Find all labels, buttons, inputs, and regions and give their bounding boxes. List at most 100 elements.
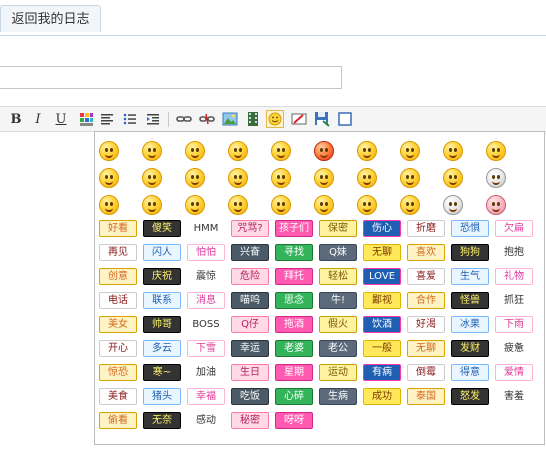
red-alert-emoticon-icon[interactable] — [99, 141, 119, 161]
emoticon-tag[interactable]: 开心 — [99, 340, 137, 357]
emoticon-tag[interactable]: 美女 — [99, 316, 137, 333]
emoticon-tag[interactable]: 害羞 — [495, 388, 533, 405]
emoticon-tag[interactable]: 无聊 — [363, 244, 401, 261]
cry-emoticon-icon[interactable] — [443, 141, 463, 161]
happy-emoticon-icon[interactable] — [142, 141, 162, 161]
emoticon-tag[interactable]: 疲惫 — [495, 340, 533, 357]
emoticon-tag[interactable]: 幸运 — [231, 340, 269, 357]
emoticon-tag[interactable]: 创意 — [99, 268, 137, 285]
emoticon-tag[interactable]: 震惊 — [187, 268, 225, 285]
emoticon-tag[interactable]: 老婆 — [275, 340, 313, 357]
emoticon-tag[interactable]: 心碎 — [275, 388, 313, 405]
emoticon-tag[interactable]: 抱抱 — [495, 244, 533, 261]
emoticon-tag[interactable]: 恐惧 — [451, 220, 489, 237]
italic-button[interactable]: I — [29, 110, 47, 128]
emoticon-tag[interactable]: 饮酒 — [363, 316, 401, 333]
emoticon-tag[interactable]: 欠扁 — [495, 220, 533, 237]
sweat-emoticon-icon[interactable] — [314, 195, 334, 215]
title-input[interactable] — [0, 66, 342, 89]
emoticon-tag[interactable]: 感动 — [187, 412, 225, 429]
emoticon-tag[interactable]: 惊恐 — [99, 364, 137, 381]
sad-emoticon-icon[interactable] — [357, 141, 377, 161]
yawn-emoticon-icon[interactable] — [357, 168, 377, 188]
pig-emoticon-icon[interactable] — [486, 195, 506, 215]
smug-emoticon-icon[interactable] — [400, 168, 420, 188]
align-button[interactable] — [98, 110, 116, 128]
emoticon-tag[interactable]: 庆祝 — [143, 268, 181, 285]
bold-button[interactable]: B — [7, 110, 25, 128]
font-color-button[interactable] — [77, 110, 95, 128]
emoticon-tag[interactable]: 联系 — [143, 292, 181, 309]
emoticon-tag[interactable]: 泰国 — [407, 388, 445, 405]
emoticon-tag[interactable]: HMM — [187, 220, 225, 237]
emoticon-tag[interactable]: 无奈 — [143, 412, 181, 429]
emoticon-tag[interactable]: 危险 — [231, 268, 269, 285]
emoticon-tag[interactable]: 帅哥 — [143, 316, 181, 333]
emoticon-tag[interactable]: 成功 — [363, 388, 401, 405]
emoticon-tag[interactable]: 喜爱 — [407, 268, 445, 285]
emoticon-tag[interactable]: 一般 — [363, 340, 401, 357]
indent-button[interactable] — [144, 110, 162, 128]
emoticon-tag[interactable]: 呀呀 — [275, 412, 313, 429]
link-button[interactable] — [175, 110, 193, 128]
emoticon-tag[interactable]: 喵呜 — [231, 292, 269, 309]
shy-emoticon-icon[interactable] — [400, 141, 420, 161]
emoticon-tag[interactable]: 得意 — [451, 364, 489, 381]
emoticon-tag[interactable]: 轻松 — [319, 268, 357, 285]
video-button[interactable] — [244, 110, 262, 128]
emoticon-tag[interactable]: 下雨 — [495, 316, 533, 333]
emoticon-tag[interactable]: 假火 — [319, 316, 357, 333]
emoticon-tag[interactable]: 保密 — [319, 220, 357, 237]
emoticon-tag[interactable]: 折磨 — [407, 220, 445, 237]
emoticon-tag[interactable]: 再见 — [99, 244, 137, 261]
emoticon-tag[interactable]: 合作 — [407, 292, 445, 309]
emoticon-tag[interactable]: 闪人 — [143, 244, 181, 261]
unlink-button[interactable] — [198, 110, 216, 128]
emoticon-tag[interactable]: 狗狗 — [451, 244, 489, 261]
ninja-emoticon-icon[interactable] — [443, 168, 463, 188]
emoticon-tag[interactable]: 发财 — [451, 340, 489, 357]
emoticon-tag[interactable]: LOVE — [363, 268, 401, 285]
emoticon-tag[interactable]: 寻找 — [275, 244, 313, 261]
emoticon-tag[interactable]: Q仔 — [231, 316, 269, 333]
save-button[interactable] — [313, 110, 331, 128]
laugh-emoticon-icon[interactable] — [185, 141, 205, 161]
sly-emoticon-icon[interactable] — [185, 195, 205, 215]
emoticon-tag[interactable]: 有病 — [363, 364, 401, 381]
emoticon-tag[interactable]: 倒霉 — [407, 364, 445, 381]
emoticon-tag[interactable]: 消息 — [187, 292, 225, 309]
emoticon-tag[interactable]: 怪兽 — [451, 292, 489, 309]
emoticon-tag[interactable]: 吃饭 — [231, 388, 269, 405]
emoticon-tag[interactable]: 抓狂 — [495, 292, 533, 309]
speechless-emoticon-icon[interactable] — [99, 195, 119, 215]
emoticon-tag[interactable]: 拖酒 — [275, 316, 313, 333]
yawn2-emoticon-icon[interactable] — [357, 195, 377, 215]
emoticon-tag[interactable]: 怒发 — [451, 388, 489, 405]
emoticon-tag[interactable]: 加油 — [187, 364, 225, 381]
emoticon-tag[interactable]: 兴奋 — [231, 244, 269, 261]
pale-emoticon-icon[interactable] — [443, 195, 463, 215]
crazy-emoticon-icon[interactable] — [99, 168, 119, 188]
emoticon-tag[interactable]: 怕怕 — [187, 244, 225, 261]
emoticon-tag[interactable]: 电话 — [99, 292, 137, 309]
emoticon-tag[interactable]: 运动 — [319, 364, 357, 381]
awkward-emoticon-icon[interactable] — [271, 195, 291, 215]
emoticon-tag[interactable]: 咒骂? — [231, 220, 269, 237]
underline-button[interactable]: U — [52, 110, 70, 128]
emoticon-tag[interactable]: 好看 — [99, 220, 137, 237]
emoticon-tag[interactable]: 下雪 — [187, 340, 225, 357]
dizzy-emoticon-icon[interactable] — [142, 195, 162, 215]
wink-emoticon-icon[interactable] — [228, 195, 248, 215]
emoticon-tag[interactable]: BOSS — [187, 316, 225, 333]
emoticon-tag[interactable]: 生病 — [319, 388, 357, 405]
emoticon-tag[interactable]: 傻笑 — [143, 220, 181, 237]
fullscreen-button[interactable] — [336, 110, 354, 128]
cool-emoticon-icon[interactable] — [142, 168, 162, 188]
emoticon-tag[interactable]: 孩子们 — [275, 220, 313, 237]
naughty-emoticon-icon[interactable] — [271, 141, 291, 161]
bullet-list-button[interactable] — [121, 110, 139, 128]
emoticon-tag[interactable]: 爱情 — [495, 364, 533, 381]
image-button[interactable] — [221, 110, 239, 128]
emoticon-tag[interactable]: 寒~ — [143, 364, 181, 381]
emoticon-tag[interactable]: 伤心 — [363, 220, 401, 237]
